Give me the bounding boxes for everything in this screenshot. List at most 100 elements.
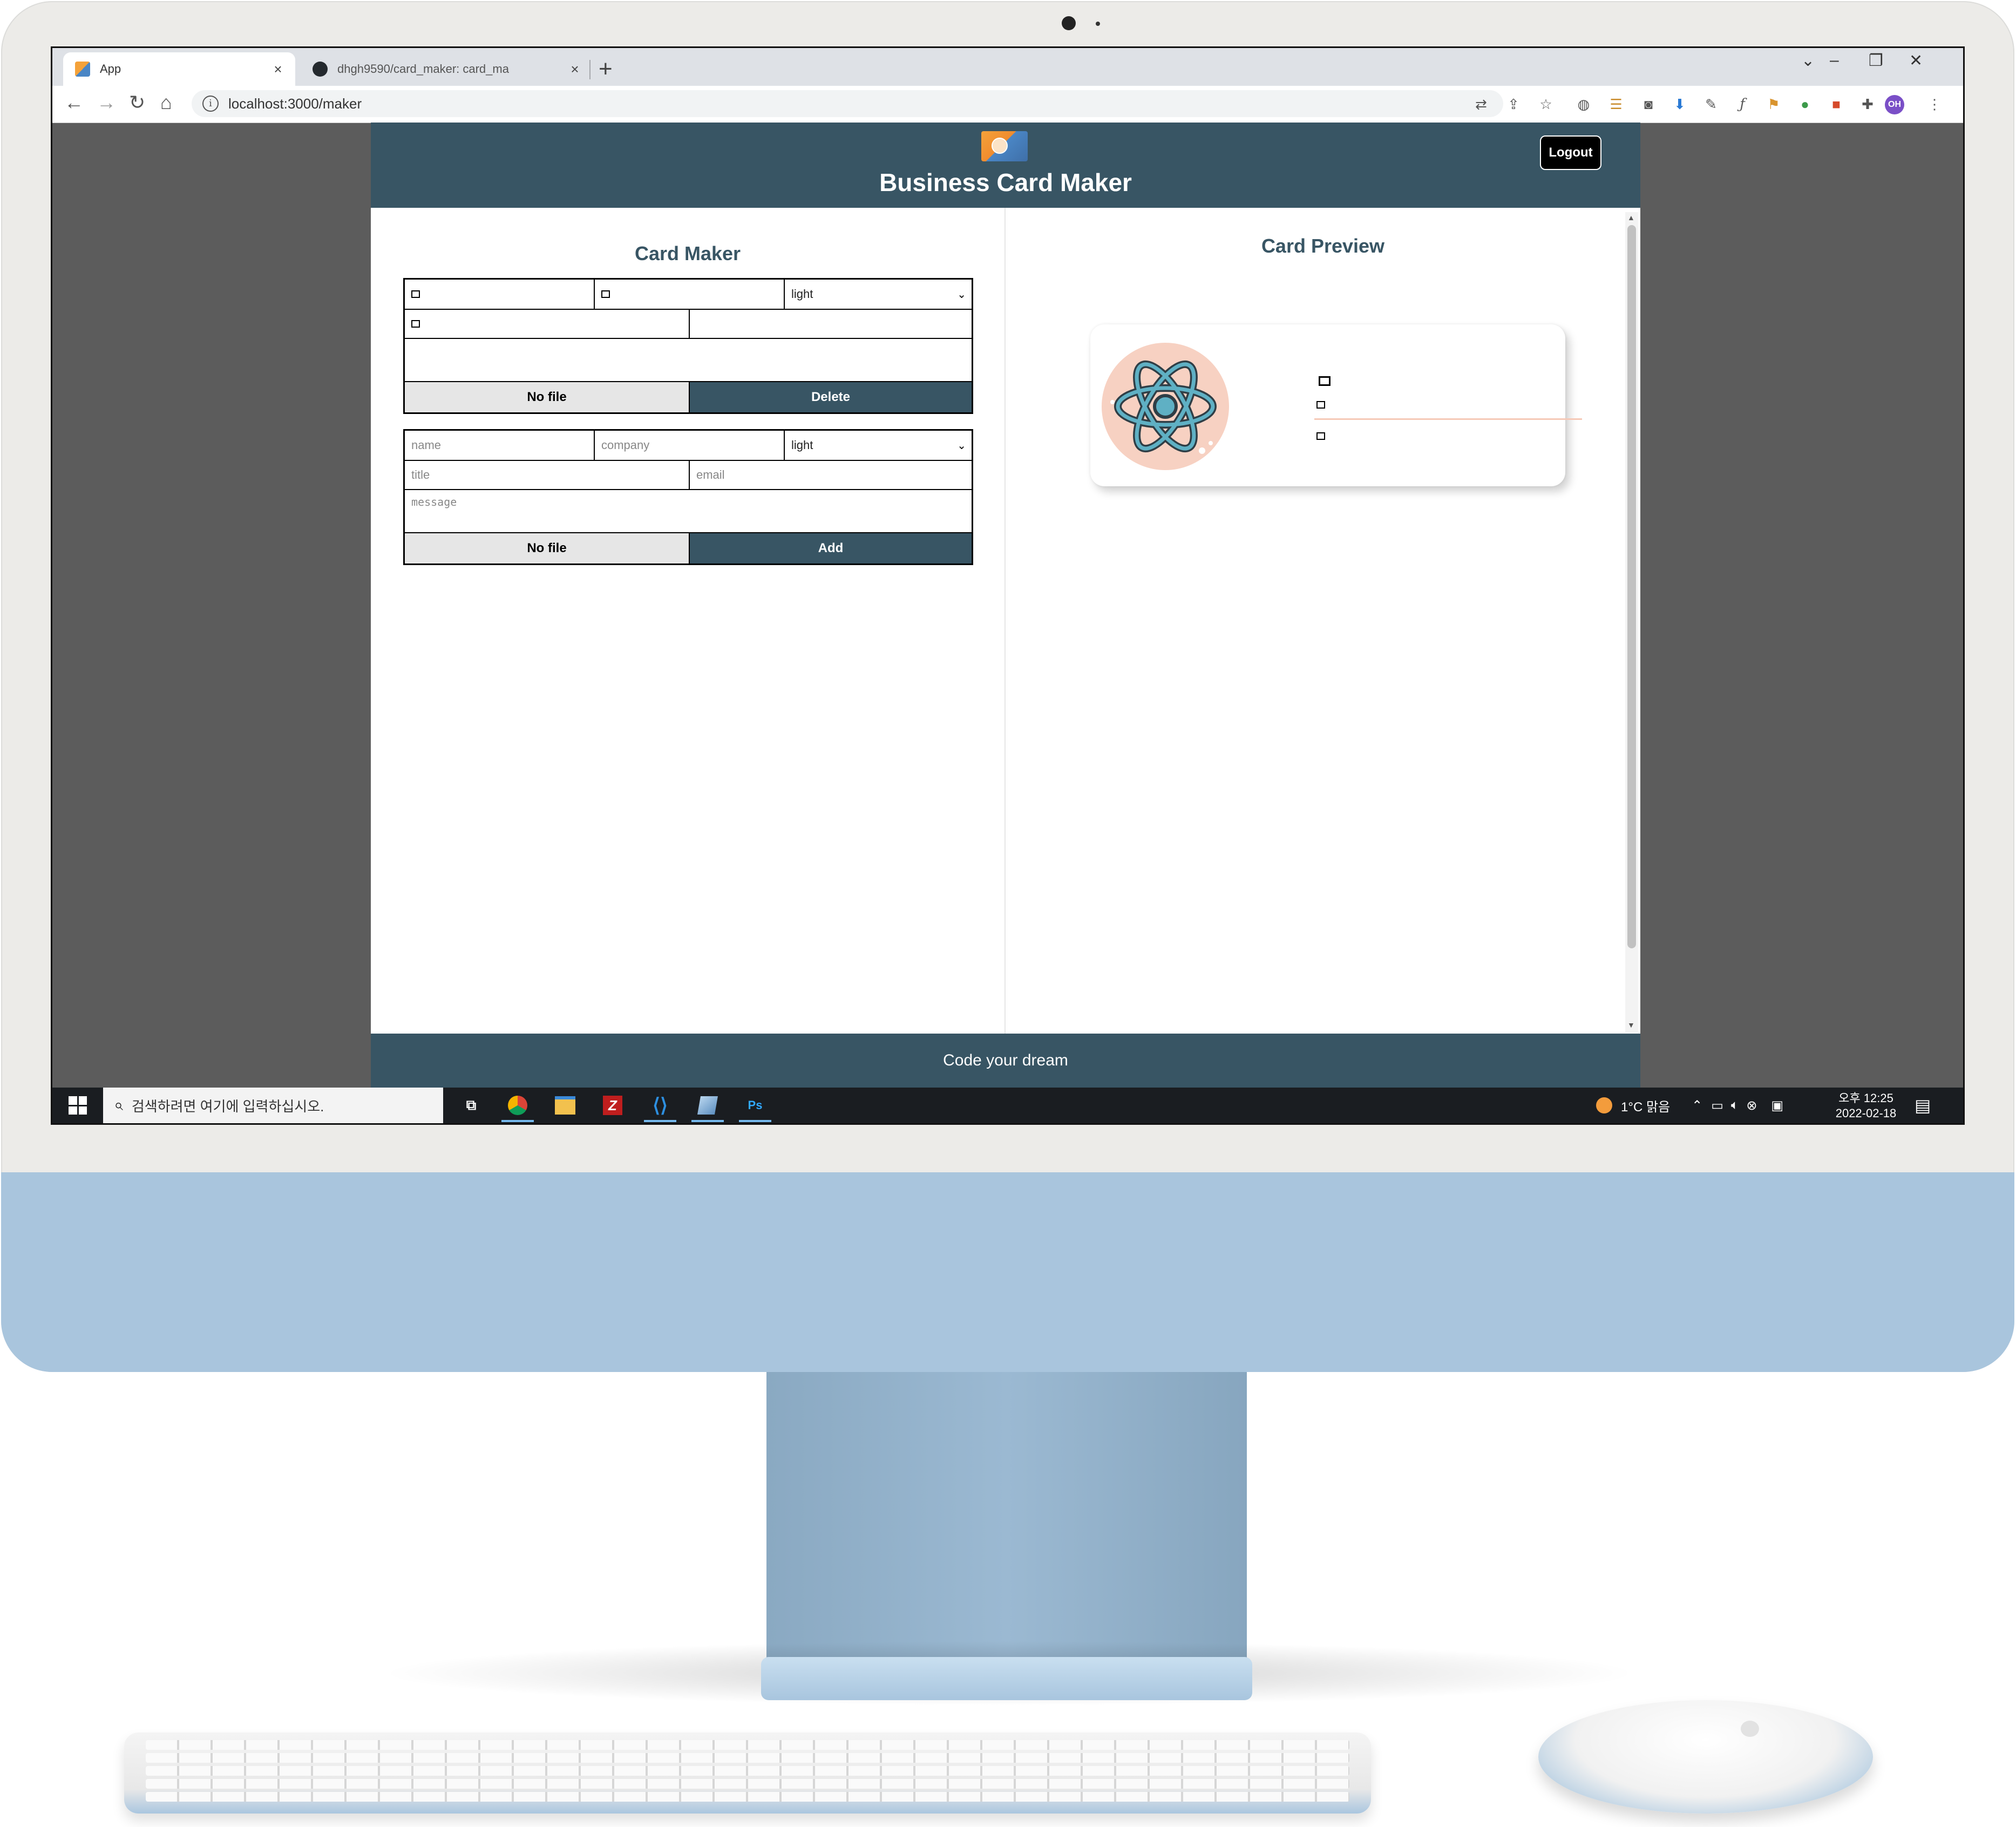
url-text: localhost:3000/maker [228,95,362,112]
title-input[interactable]: title [405,461,690,490]
title-input[interactable] [405,310,690,339]
extension-font-icon[interactable]: ƒ [1733,95,1752,113]
camera-icon [1062,16,1076,30]
windows-taskbar: ⌕ 검색하려면 여기에 입력하십시오. ⧉ Z ⟨⟩ Ps 1°C 맑음 ⌃ ▭… [52,1088,1963,1123]
close-window-icon[interactable]: ✕ [1909,51,1923,70]
taskbar-search[interactable]: ⌕ 검색하려면 여기에 입력하십시오. [103,1088,443,1123]
theme-select[interactable]: light ⌄ [785,431,972,461]
missing-glyph-icon [601,290,610,298]
add-button[interactable]: Add [690,533,972,563]
card-avatar [1102,343,1229,470]
scroll-down-icon[interactable]: ▼ [1627,1021,1635,1029]
weather-text[interactable]: 1°C 맑음 [1621,1096,1670,1115]
extensions-puzzle-icon[interactable]: ✚ [1858,95,1877,113]
taskbar-clock[interactable]: 오후 12:25 2022-02-18 [1831,1091,1901,1121]
delete-button[interactable]: Delete [690,382,972,412]
ime-icon[interactable]: ▣ [1771,1098,1783,1113]
message-textarea[interactable]: message [405,490,972,533]
logout-button[interactable]: Logout [1540,135,1601,170]
monitor-chin [1,1172,2014,1372]
extension-ladder-icon[interactable]: ☰ [1607,95,1625,113]
close-tab-icon[interactable]: × [268,61,288,78]
logo-avatar [992,138,1008,154]
menu-kebab-icon[interactable]: ⋮ [1925,95,1944,113]
extension-eyedropper-icon[interactable]: ✎ [1702,95,1720,113]
filezilla-icon[interactable]: Z [593,1092,632,1119]
task-view-icon[interactable]: ⧉ [452,1092,491,1119]
scrollbar-thumb[interactable] [1627,225,1636,948]
photoshop-label: Ps [748,1098,763,1112]
card-edit-form: light ⌄ No file Delete [403,278,973,414]
notepad-icon[interactable] [688,1092,727,1122]
scroll-up-icon[interactable]: ▲ [1627,213,1635,222]
chevron-down-icon: ⌄ [957,288,966,301]
status-icon[interactable]: ⊗ [1746,1098,1757,1113]
tab-search-icon[interactable]: ⌄ [1801,51,1815,70]
app-root: Business Card Maker Logout Card Maker li… [371,123,1640,1088]
reload-icon[interactable]: ↻ [129,91,145,114]
back-icon[interactable]: ← [64,91,84,114]
message-textarea[interactable] [405,339,972,382]
extension-flag-icon[interactable]: ⚑ [1764,95,1783,113]
close-tab-icon[interactable]: × [565,61,585,78]
notification-icon[interactable]: ▤ [1915,1095,1931,1116]
email-input[interactable] [690,310,972,339]
mouse [1538,1700,1873,1814]
name-input[interactable]: name [405,431,595,461]
extension-camera-icon[interactable]: ◙ [1639,95,1658,113]
preview-name [1319,376,1331,386]
home-icon[interactable]: ⌂ [160,91,172,114]
search-icon: ⌕ [114,1096,123,1114]
monitor-stand-base [761,1657,1252,1700]
monitor-stand [766,1372,1247,1663]
app-title: Business Card Maker [879,168,1132,196]
card-maker-title: Card Maker [634,242,741,264]
company-input[interactable]: company [595,431,785,461]
tab-app[interactable]: App × [63,52,295,86]
windows-start-icon[interactable] [69,1096,87,1115]
card-maker-pane: Card Maker light ⌄ No file Delete name c… [371,208,1006,1034]
theme-select-value: light [791,287,813,301]
file-input-button[interactable]: No file [405,533,690,563]
card-preview-title: Card Preview [1261,235,1385,257]
restore-icon[interactable]: ❐ [1869,51,1883,70]
browser-tabstrip: App × dhgh9590/card_maker: card_ma × + ⌄… [52,48,1963,86]
app-footer: Code your dream [371,1034,1640,1088]
card-add-form: name company light ⌄ title email message… [403,429,973,565]
volume-icon[interactable]: 🔈︎ [1731,1098,1739,1113]
clock-time: 오후 12:25 [1838,1091,1893,1105]
info-icon[interactable]: i [202,96,219,112]
profile-avatar[interactable]: OH [1885,95,1904,114]
new-tab-button[interactable]: + [599,56,613,83]
minimize-icon[interactable]: – [1830,51,1839,70]
address-bar[interactable]: i localhost:3000/maker [192,90,1503,117]
vscode-icon[interactable]: ⟨⟩ [641,1092,680,1122]
theme-select[interactable]: light ⌄ [785,280,972,310]
network-icon[interactable]: ▭ [1711,1098,1723,1113]
apple-logo-icon [1741,1721,1759,1737]
tab-title: dhgh9590/card_maker: card_ma [337,62,509,76]
share-icon[interactable]: ⇪ [1504,95,1523,113]
extension-globe-icon[interactable]: ◍ [1574,95,1593,113]
missing-glyph-icon [411,290,420,298]
preview-email [1316,432,1325,440]
extension-download-icon[interactable]: ⬇ [1671,95,1689,113]
keyboard [124,1733,1371,1814]
translate-icon[interactable]: ⇄ [1472,95,1490,113]
chrome-icon[interactable] [498,1092,537,1122]
tab-github[interactable]: dhgh9590/card_maker: card_ma × [301,52,592,86]
company-input[interactable] [595,280,785,310]
clock-date: 2022-02-18 [1835,1106,1897,1120]
weather-sun-icon[interactable] [1596,1097,1612,1113]
name-input[interactable] [405,280,595,310]
extension-world-icon[interactable]: ● [1796,95,1814,113]
forward-icon[interactable]: → [97,91,116,114]
photoshop-icon[interactable]: Ps [736,1092,775,1122]
file-input-button[interactable]: No file [405,382,690,412]
bookmark-star-icon[interactable]: ☆ [1537,95,1555,113]
extension-red-icon[interactable]: ■ [1827,95,1845,113]
browser-toolbar: ← → ↻ ⌂ i localhost:3000/maker ⇄ ⇪ ☆ ◍ ☰… [52,86,1963,123]
file-explorer-icon[interactable] [546,1092,585,1119]
email-input[interactable]: email [690,461,972,490]
chevron-up-icon[interactable]: ⌃ [1692,1098,1702,1113]
